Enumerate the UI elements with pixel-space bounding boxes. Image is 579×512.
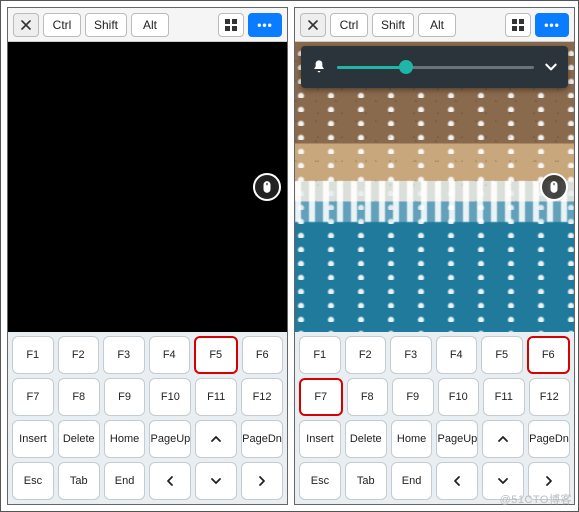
key-insert[interactable]: Insert <box>12 420 54 458</box>
windows-button[interactable] <box>505 13 531 37</box>
key-f8[interactable]: F8 <box>347 378 389 416</box>
key-home[interactable]: Home <box>391 420 433 458</box>
key-f9[interactable]: F9 <box>104 378 146 416</box>
key-f10[interactable]: F10 <box>438 378 480 416</box>
key-f11[interactable]: F11 <box>195 378 237 416</box>
key-f1[interactable]: F1 <box>12 336 54 374</box>
chevron-down-icon[interactable] <box>544 60 558 74</box>
key-down[interactable] <box>482 462 524 500</box>
windows-button[interactable] <box>218 13 244 37</box>
key-f6[interactable]: F6 <box>527 336 571 374</box>
close-icon <box>21 20 31 30</box>
windows-icon <box>225 19 237 31</box>
alt-button[interactable]: Alt <box>131 13 169 37</box>
key-f2[interactable]: F2 <box>58 336 100 374</box>
chevron-down-icon <box>497 475 509 487</box>
key-f4[interactable]: F4 <box>149 336 191 374</box>
ctrl-button[interactable]: Ctrl <box>330 13 368 37</box>
topbar-left: Ctrl Shift Alt ••• <box>8 8 287 42</box>
close-icon <box>308 20 318 30</box>
shift-button[interactable]: Shift <box>372 13 414 37</box>
key-left[interactable] <box>436 462 478 500</box>
key-f12[interactable]: F12 <box>529 378 571 416</box>
key-right[interactable] <box>528 462 570 500</box>
key-right[interactable] <box>241 462 283 500</box>
shift-button[interactable]: Shift <box>85 13 127 37</box>
key-f11[interactable]: F11 <box>483 378 525 416</box>
function-keyboard-right: F1 F2 F3 F4 F5 F6 F7 F8 F9 F10 F11 F12 I… <box>295 332 574 504</box>
key-esc[interactable]: Esc <box>299 462 341 500</box>
key-pagedn[interactable]: PageDn <box>528 420 570 458</box>
key-up[interactable] <box>195 420 237 458</box>
mouse-icon <box>260 180 274 194</box>
more-button[interactable]: ••• <box>248 13 282 37</box>
key-f3[interactable]: F3 <box>390 336 432 374</box>
chevron-right-icon <box>543 475 555 487</box>
key-pagedn[interactable]: PageDn <box>241 420 283 458</box>
key-f5[interactable]: F5 <box>481 336 523 374</box>
remote-screen-right[interactable] <box>295 42 574 332</box>
key-f7[interactable]: F7 <box>12 378 54 416</box>
function-keyboard-left: F1 F2 F3 F4 F5 F6 F7 F8 F9 F10 F11 F12 I… <box>8 332 287 504</box>
remote-screen-left[interactable] <box>8 42 287 332</box>
key-down[interactable] <box>195 462 237 500</box>
key-f2[interactable]: F2 <box>345 336 387 374</box>
chevron-left-icon <box>164 475 176 487</box>
key-end[interactable]: End <box>391 462 433 500</box>
alt-button[interactable]: Alt <box>418 13 456 37</box>
chevron-up-icon <box>497 433 509 445</box>
key-pageup[interactable]: PageUp <box>149 420 191 458</box>
key-f10[interactable]: F10 <box>149 378 191 416</box>
slider-fill <box>337 66 406 69</box>
close-button[interactable] <box>13 13 39 37</box>
pane-right: Ctrl Shift Alt ••• <box>294 7 575 505</box>
key-esc[interactable]: Esc <box>12 462 54 500</box>
key-f3[interactable]: F3 <box>103 336 145 374</box>
key-tab[interactable]: Tab <box>345 462 387 500</box>
more-button[interactable]: ••• <box>535 13 569 37</box>
bell-icon <box>311 59 327 75</box>
chevron-left-icon <box>451 475 463 487</box>
volume-panel[interactable] <box>301 46 568 88</box>
windows-icon <box>512 19 524 31</box>
key-delete[interactable]: Delete <box>345 420 387 458</box>
key-up[interactable] <box>482 420 524 458</box>
key-f5[interactable]: F5 <box>194 336 238 374</box>
volume-slider[interactable] <box>337 66 534 69</box>
close-button[interactable] <box>300 13 326 37</box>
key-f6[interactable]: F6 <box>242 336 284 374</box>
key-f4[interactable]: F4 <box>436 336 478 374</box>
mouse-icon <box>547 180 561 194</box>
key-insert[interactable]: Insert <box>299 420 341 458</box>
key-end[interactable]: End <box>104 462 146 500</box>
key-tab[interactable]: Tab <box>58 462 100 500</box>
chevron-right-icon <box>256 475 268 487</box>
key-f8[interactable]: F8 <box>58 378 100 416</box>
slider-thumb[interactable] <box>399 60 413 74</box>
key-f1[interactable]: F1 <box>299 336 341 374</box>
ctrl-button[interactable]: Ctrl <box>43 13 81 37</box>
key-f12[interactable]: F12 <box>241 378 283 416</box>
chevron-up-icon <box>210 433 222 445</box>
mouse-mode-button[interactable] <box>540 173 568 201</box>
key-delete[interactable]: Delete <box>58 420 100 458</box>
key-f7[interactable]: F7 <box>299 378 343 416</box>
key-home[interactable]: Home <box>104 420 146 458</box>
mouse-mode-button[interactable] <box>253 173 281 201</box>
pane-left: Ctrl Shift Alt ••• F1 F2 F3 F4 F5 F6 <box>7 7 288 505</box>
key-f9[interactable]: F9 <box>392 378 434 416</box>
key-pageup[interactable]: PageUp <box>436 420 478 458</box>
key-left[interactable] <box>149 462 191 500</box>
topbar-right: Ctrl Shift Alt ••• <box>295 8 574 42</box>
chevron-down-icon <box>210 475 222 487</box>
